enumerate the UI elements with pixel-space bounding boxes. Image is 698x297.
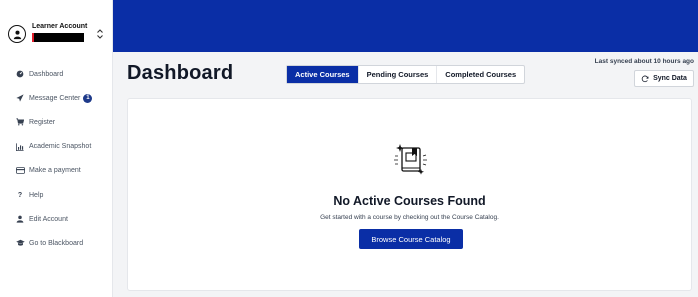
sidebar-item-blackboard[interactable]: Go to Blackboard — [0, 231, 113, 255]
sync-data-label: Sync Data — [653, 75, 687, 82]
sidebar-item-help[interactable]: ? Help — [0, 183, 113, 207]
sidebar-nav: Dashboard Message Center 1 Register Acad… — [0, 62, 113, 256]
sidebar-item-make-payment[interactable]: Make a payment — [0, 159, 113, 183]
cart-icon — [15, 118, 25, 126]
graduation-cap-icon — [15, 239, 25, 247]
sidebar-item-edit-account[interactable]: Edit Account — [0, 207, 113, 231]
account-switcher[interactable]: Learner Account — [8, 22, 108, 50]
refresh-icon — [641, 75, 649, 83]
book-sparkle-icon — [390, 139, 432, 186]
tab-pending-courses[interactable]: Pending Courses — [359, 66, 438, 83]
tab-completed-courses[interactable]: Completed Courses — [437, 66, 524, 83]
sidebar-item-label: Help — [29, 191, 44, 199]
empty-state-subtitle: Get started with a course by checking ou… — [320, 214, 499, 221]
sidebar-item-label: Message Center — [29, 94, 81, 102]
question-icon: ? — [17, 191, 23, 199]
sidebar-item-label: Dashboard — [29, 70, 64, 78]
sidebar-item-label: Edit Account — [29, 215, 68, 223]
user-avatar-icon — [8, 25, 26, 43]
sidebar-item-label: Academic Snapshot — [29, 143, 92, 151]
courses-panel: No Active Courses Found Get started with… — [127, 98, 692, 291]
sidebar-item-dashboard[interactable]: Dashboard — [0, 62, 113, 86]
sidebar-item-label: Make a payment — [29, 167, 81, 175]
course-tabs: Active Courses Pending Courses Completed… — [286, 65, 526, 84]
unread-badge: 1 — [83, 93, 93, 103]
last-synced-status: Last synced about 10 hours ago — [594, 58, 694, 65]
sidebar-item-label: Register — [29, 118, 56, 126]
tab-active-courses[interactable]: Active Courses — [287, 66, 359, 83]
account-name-redacted — [32, 33, 84, 42]
user-icon — [15, 215, 25, 223]
browse-course-catalog-button[interactable]: Browse Course Catalog — [359, 229, 463, 249]
sidebar: Learner Account Dashboard Message Center… — [0, 0, 113, 297]
empty-state-title: No Active Courses Found — [333, 194, 486, 208]
chevron-up-down-icon[interactable] — [96, 28, 104, 42]
send-icon — [15, 94, 25, 102]
sidebar-item-message-center[interactable]: Message Center 1 — [0, 86, 113, 110]
credit-card-icon — [15, 167, 25, 175]
page-title: Dashboard — [127, 62, 234, 84]
gauge-icon — [15, 70, 25, 78]
sidebar-item-label: Go to Blackboard — [29, 239, 84, 247]
bar-chart-icon — [15, 143, 25, 151]
account-label: Learner Account — [32, 23, 88, 30]
sidebar-item-academic-snapshot[interactable]: Academic Snapshot — [0, 135, 113, 159]
sidebar-item-register[interactable]: Register — [0, 110, 113, 134]
top-banner — [113, 0, 698, 52]
sync-data-button[interactable]: Sync Data — [634, 70, 694, 87]
